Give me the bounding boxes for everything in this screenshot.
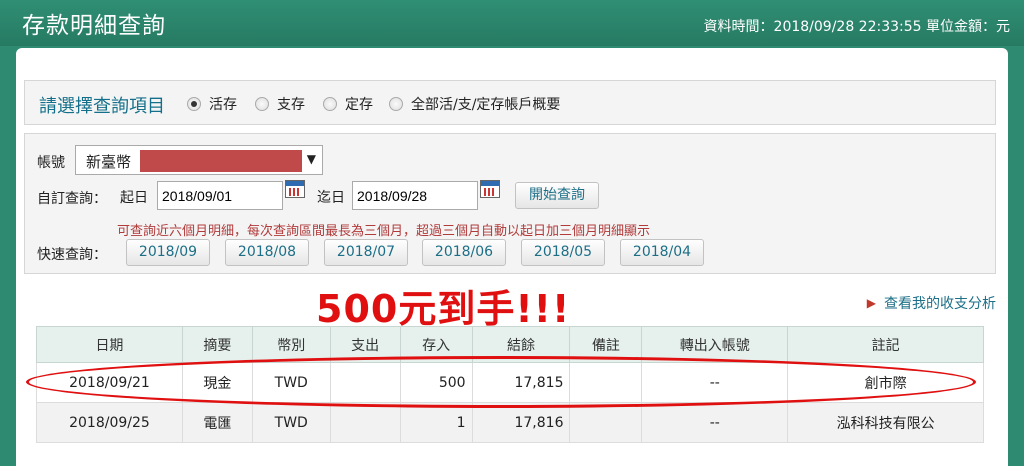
redacted-account-number	[140, 150, 302, 172]
col-transfer-account: 轉出入帳號	[641, 326, 789, 363]
query-form: 帳號 新臺幣 ▼ 自訂查詢： 起日 迄日 開始查詢 可查詢近六個月明細，每次查詢…	[24, 133, 996, 274]
custom-query-label: 自訂查詢：	[37, 191, 107, 207]
start-calendar-icon[interactable]	[285, 180, 305, 198]
cell-memo: 創市際	[787, 362, 984, 403]
radio-unchecked-icon[interactable]	[323, 97, 337, 111]
radio-all-accounts[interactable]: 全部活/支/定存帳戶概要	[389, 94, 560, 114]
radio-unchecked-icon[interactable]	[389, 97, 403, 111]
radio-checked-icon[interactable]	[187, 97, 201, 111]
col-withdrawal: 支出	[329, 326, 401, 363]
cell-summary: 現金	[181, 362, 253, 403]
quick-month-button[interactable]: 2018/06	[422, 239, 506, 266]
cell-summary: 電匯	[181, 402, 253, 443]
end-date-input[interactable]	[352, 181, 478, 210]
radio-time-deposit[interactable]: 定存	[323, 94, 373, 114]
quick-query-label: 快速查詢：	[37, 247, 107, 263]
cell-deposit: 500	[399, 362, 473, 403]
arrow-right-icon: ▶	[866, 296, 876, 310]
account-currency: 新臺幣	[86, 153, 132, 171]
income-expense-analysis-link[interactable]: ▶ 查看我的收支分析	[867, 293, 996, 313]
cell-date: 2018/09/21	[36, 362, 183, 403]
cell-withdrawal	[329, 362, 401, 403]
quick-month-button[interactable]: 2018/05	[521, 239, 605, 266]
transaction-table: 日期 摘要 幣別 支出 存入 結餘 備註 轉出入帳號 註記 2018/09/21…	[36, 326, 984, 443]
cell-date: 2018/09/25	[36, 402, 183, 443]
col-notes: 備註	[569, 326, 643, 363]
end-date-label: 迄日	[317, 190, 345, 206]
cell-currency: TWD	[251, 402, 331, 443]
quick-month-button[interactable]: 2018/07	[324, 239, 408, 266]
page-title: 存款明細查詢	[22, 13, 166, 39]
cell-currency: TWD	[251, 362, 331, 403]
cell-memo: 泓科科技有限公	[787, 402, 984, 443]
query-type-heading: 請選擇查詢項目	[39, 96, 165, 117]
start-date-input[interactable]	[157, 181, 283, 210]
account-select[interactable]: 新臺幣 ▼	[75, 145, 323, 175]
col-currency: 幣別	[251, 326, 331, 363]
cell-balance: 17,815	[471, 362, 571, 403]
cell-notes	[569, 402, 643, 443]
radio-demand-deposit[interactable]: 活存	[187, 94, 237, 114]
radio-checking[interactable]: 支存	[255, 94, 305, 114]
promo-annotation: 500元到手!!!	[316, 287, 571, 331]
data-timestamp: 資料時間：2018/09/28 22:33:55 單位金額：元	[703, 19, 1010, 35]
quick-month-button[interactable]: 2018/09	[126, 239, 210, 266]
col-date: 日期	[36, 326, 183, 363]
dropdown-arrow-icon[interactable]: ▼	[307, 152, 316, 166]
query-type-section: 請選擇查詢項目 活存 支存 定存 全部活/支/定存帳戶概要	[24, 80, 996, 125]
quick-month-button[interactable]: 2018/04	[620, 239, 704, 266]
title-bar: 存款明細查詢 資料時間：2018/09/28 22:33:55 單位金額：元	[0, 0, 1024, 46]
cell-deposit: 1	[399, 402, 473, 443]
cell-notes	[569, 362, 643, 403]
col-summary: 摘要	[181, 326, 253, 363]
table-row: 2018/09/25 電匯 TWD 1 17,816 -- 泓科科技有限公	[36, 402, 984, 443]
cell-withdrawal	[329, 402, 401, 443]
end-calendar-icon[interactable]	[480, 180, 500, 198]
cell-balance: 17,816	[471, 402, 571, 443]
table-row: 2018/09/21 現金 TWD 500 17,815 -- 創市際	[36, 362, 984, 403]
table-header-row: 日期 摘要 幣別 支出 存入 結餘 備註 轉出入帳號 註記	[36, 326, 984, 363]
quick-month-button[interactable]: 2018/08	[225, 239, 309, 266]
cell-transfer-account: --	[641, 362, 789, 403]
col-balance: 結餘	[471, 326, 571, 363]
col-deposit: 存入	[399, 326, 473, 363]
col-memo: 註記	[787, 326, 984, 363]
account-label: 帳號	[37, 155, 65, 171]
cell-transfer-account: --	[641, 402, 789, 443]
search-button[interactable]: 開始查詢	[515, 182, 599, 209]
radio-unchecked-icon[interactable]	[255, 97, 269, 111]
start-date-label: 起日	[120, 190, 148, 206]
query-hint: 可查詢近六個月明細，每次查詢區間最長為三個月，超過三個月自動以起日加三個月明細顯…	[117, 224, 651, 239]
